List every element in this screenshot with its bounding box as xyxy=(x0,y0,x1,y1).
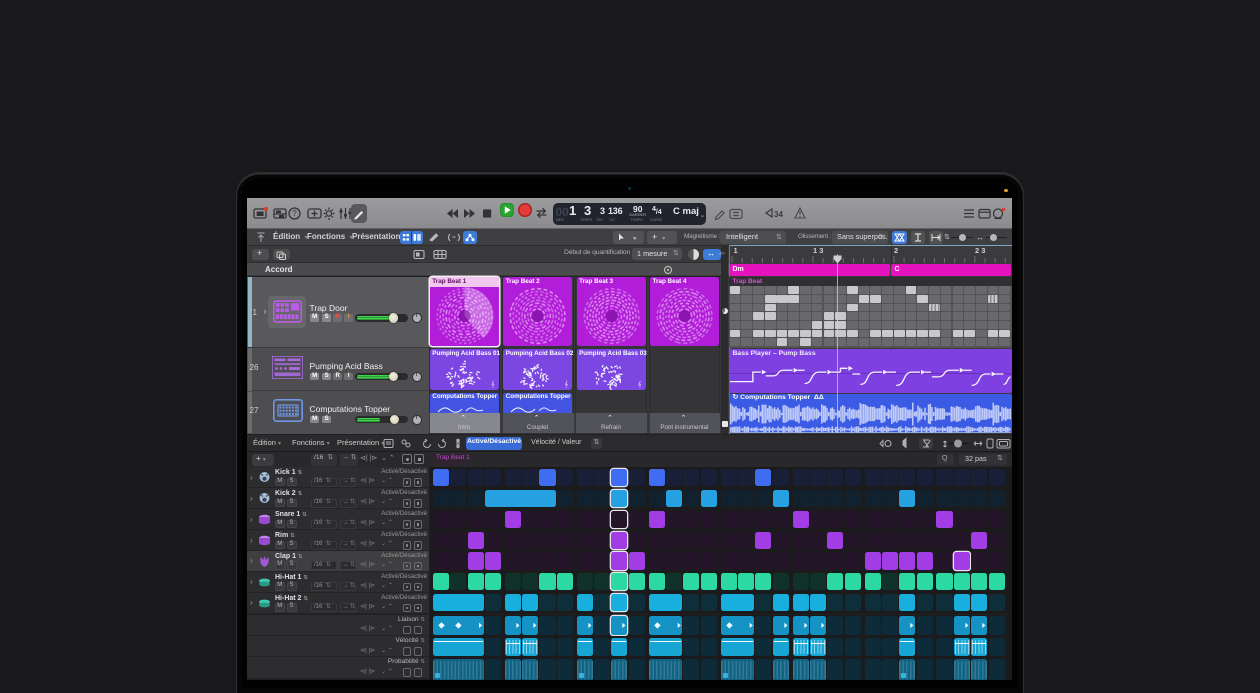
svg-text:?: ? xyxy=(292,209,297,218)
svg-text:34: 34 xyxy=(774,210,783,219)
svg-text:▾: ▾ xyxy=(633,235,637,242)
